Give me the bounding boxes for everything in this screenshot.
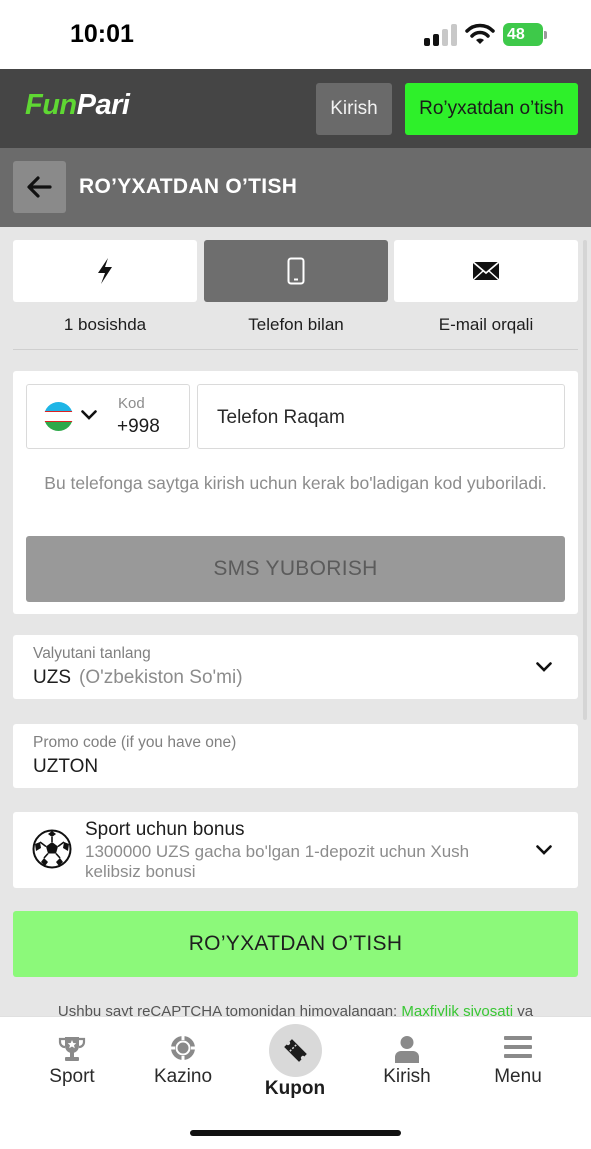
tab-label: Kazino (153, 1066, 213, 1087)
bonus-title: Sport uchun bonus (85, 819, 245, 840)
lightning-icon (98, 258, 112, 284)
code-value: +998 (117, 416, 160, 437)
soccer-ball-icon (32, 829, 72, 869)
currency-select[interactable]: Valyutani tanlang UZS (O'zbekiston So'mi) (13, 635, 578, 699)
status-bar: 10:01 48 (0, 0, 591, 69)
tab-kupon-label: Kupon (264, 1078, 326, 1099)
phone-number-input[interactable]: Telefon Raqam (197, 384, 565, 449)
cellular-signal-icon (424, 24, 458, 46)
tab-label: Menu (494, 1066, 542, 1087)
method-label: Telefon bilan (248, 315, 344, 334)
page-title-bar: RO’YXATDAN O’TISH (0, 148, 591, 227)
phone-placeholder: Telefon Raqam (217, 407, 345, 428)
chevron-down-icon (81, 410, 97, 420)
sms-hint-text: Bu telefonga saytga kirish uchun kerak b… (44, 473, 547, 493)
tab-kazino[interactable]: Kazino (128, 1017, 238, 1107)
user-icon (395, 1036, 419, 1063)
chevron-down-icon (536, 845, 552, 855)
scrollbar[interactable] (583, 240, 587, 720)
phone-registration-card: Kod +998 Telefon Raqam Bu telefonga sayt… (13, 371, 578, 614)
send-sms-button[interactable]: SMS YUBORISH (26, 536, 565, 602)
uzbekistan-flag-icon (44, 402, 73, 431)
wifi-icon (465, 23, 495, 44)
trophy-icon (58, 1037, 86, 1061)
battery-icon: 48 (503, 23, 543, 46)
casino-chip-icon (171, 1036, 195, 1060)
bonus-select[interactable]: Sport uchun bonus 1300000 UZS gacha bo'l… (13, 812, 578, 888)
back-button[interactable] (13, 161, 66, 213)
tab-menu[interactable]: Menu (463, 1017, 573, 1107)
arrow-left-icon (27, 176, 52, 198)
tab-label: Kirish (383, 1066, 431, 1087)
submit-registration-button[interactable]: RO’YXATDAN O’TISH (13, 911, 578, 977)
chevron-down-icon (536, 662, 552, 672)
currency-label: Valyutani tanlang (33, 645, 151, 662)
promo-code-field[interactable]: Promo code (if you have one) UZTON (13, 724, 578, 788)
bonus-description: 1300000 UZS gacha bo'lgan 1-depozit uchu… (85, 842, 470, 881)
method-label: 1 bosishda (63, 315, 147, 334)
method-phone[interactable] (204, 240, 388, 302)
promo-label: Promo code (if you have one) (33, 734, 237, 751)
envelope-icon (472, 261, 500, 281)
promo-value: UZTON (33, 756, 99, 777)
method-one-click[interactable] (13, 240, 197, 302)
tab-sport[interactable]: Sport (17, 1017, 127, 1107)
method-email[interactable] (394, 240, 578, 302)
currency-value: UZS (O'zbekiston So'mi) (33, 667, 243, 688)
top-navigation: FunPari Kirish Ro’yxatdan o’tish (0, 69, 591, 148)
ticket-icon (284, 1039, 307, 1062)
tab-kirish[interactable]: Kirish (352, 1017, 462, 1107)
login-button[interactable]: Kirish (316, 83, 392, 135)
status-time: 10:01 (70, 20, 134, 48)
smartphone-icon (287, 257, 305, 285)
page-title: RO’YXATDAN O’TISH (79, 175, 298, 198)
funpari-logo[interactable]: FunPari (25, 89, 130, 122)
tab-label: Sport (49, 1066, 95, 1087)
battery-nub (544, 31, 547, 39)
tab-kupon[interactable] (269, 1024, 322, 1077)
divider (13, 349, 578, 350)
country-code-selector[interactable]: Kod +998 (26, 384, 190, 449)
home-indicator[interactable] (190, 1130, 401, 1136)
hamburger-menu-icon (504, 1036, 532, 1058)
register-button[interactable]: Ro’yxatdan o’tish (405, 83, 578, 135)
battery-level: 48 (507, 26, 525, 43)
code-label: Kod (118, 395, 145, 412)
method-label: E-mail orqali (438, 315, 534, 334)
